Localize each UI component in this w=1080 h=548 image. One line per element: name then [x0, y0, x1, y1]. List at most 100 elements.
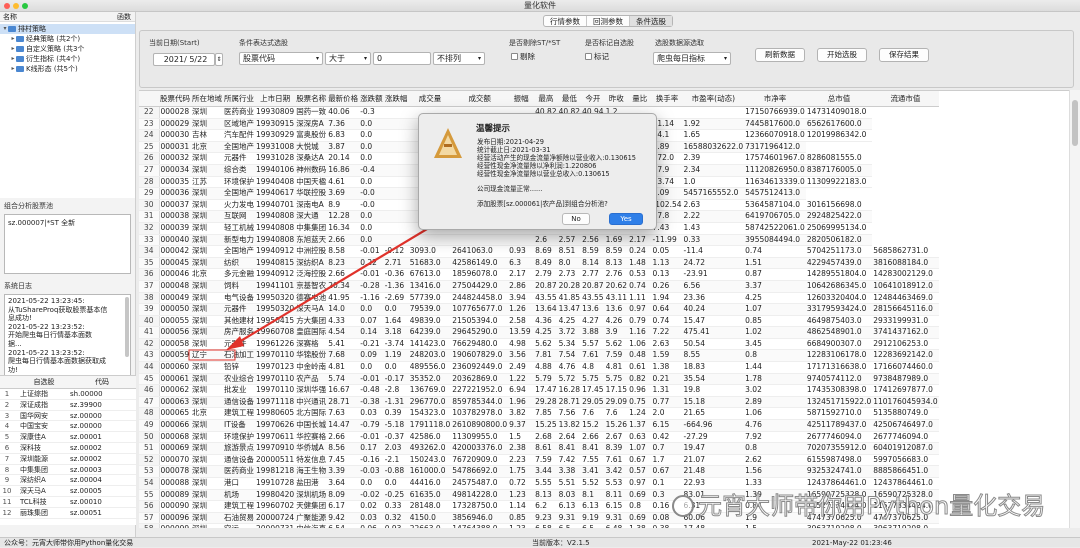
tree-node[interactable]: ▾ 排村策略 [0, 24, 135, 34]
grid-row[interactable]: 35 000045 深圳 纺织 19940815 深纺织A 8.23 0.22 2.71 5168… [139, 257, 939, 270]
grid-row[interactable]: 48 000065 北京 建筑工程 19980605 北方国际 7.63 0.03 0.39 15… [139, 407, 939, 421]
grid-column-header[interactable]: 昨收 [604, 91, 629, 107]
grid-row[interactable]: 52 000070 深圳 通信设备 20000511 特发信息 7.45 -0.16 -2.1 1… [139, 454, 939, 467]
yes-button[interactable]: Yes [609, 213, 643, 225]
grid-column-header[interactable]: 最低 [557, 91, 582, 107]
grid-cell: 0.17 [359, 442, 384, 455]
grid-row[interactable]: 37 000048 深圳 饲料 19941101 京基智农 20.34 -0.28 -1.36 1… [139, 280, 939, 293]
cond-value-input[interactable]: 0 [373, 52, 431, 65]
cond-field-select[interactable]: 股票代码 ▾ [239, 52, 323, 65]
tree-node[interactable]: ▸ 经典策略 (共2个) [0, 34, 135, 44]
scroll-thumb[interactable] [1072, 100, 1078, 146]
grid-cell [508, 234, 535, 247]
cond-sort-select[interactable]: 不排列 ▾ [433, 52, 485, 65]
grid-column-header[interactable]: 市盈率(动态) [682, 91, 745, 107]
grid-column-header[interactable]: 今开 [581, 91, 605, 107]
close-window-button[interactable] [4, 3, 10, 9]
grid-row[interactable]: 36 000046 北京 多元金融 19940912 泛海控股 2.66 -0.01 -0.36… [139, 268, 939, 281]
grid-vertical-scrollbar[interactable] [1069, 90, 1080, 528]
grid-column-header[interactable]: 涨跌幅 [383, 91, 409, 107]
cond-op-select[interactable]: 大于 ▾ [325, 52, 371, 65]
watchlist-row[interactable]: 10 深天马A sz.00005 [0, 486, 136, 497]
grid-column-header[interactable]: 换手率 [651, 91, 683, 107]
grid-cell [383, 176, 409, 189]
watchlist-row[interactable]: 12 丽珠集团 sz.00051 [0, 508, 136, 519]
strategy-tree[interactable]: ▾ 排村策略 ▸ 经典策略 (共2个) ▸ 自定义策略 (共3个 ▸ 衍生指标 (共4个) ▸ K… [0, 22, 135, 198]
grid-row[interactable]: 43 000059 辽宁 石油加工 19970110 华锦股份 7.68 0.09 1.19 24… [139, 349, 939, 363]
tree-node[interactable]: ▸ K线形态 (共5个) [0, 64, 135, 74]
grid-row[interactable]: 40 000055 深圳 其他建材 19950415 方大集团 4.33 0.07 1.64 49… [139, 315, 939, 328]
grid-column-header[interactable]: 成交额 [451, 91, 509, 107]
tab-condition-select[interactable]: 条件选股 [630, 16, 672, 26]
grid-row[interactable]: 38 000049 深圳 电气设备 19950320 德赛电池 41.95 -1.16 -2.6… [139, 292, 939, 305]
grid-column-header[interactable]: 流通市值 [872, 91, 939, 107]
grid-cell: 19970110 [255, 373, 296, 386]
grid-column-header[interactable]: 所属行业 [223, 91, 255, 107]
watchlist-row[interactable]: 11 TCL科技 sz.00010 [0, 497, 136, 508]
grid-row[interactable]: 50 000068 深圳 环境保护 19970611 华控赛格 2.66 -0.01 -0.37… [139, 431, 939, 444]
source-select[interactable]: 爬虫每日指标 ▾ [653, 52, 731, 65]
no-button[interactable]: No [562, 213, 590, 225]
grid-column-header[interactable]: 市净率 [744, 91, 806, 107]
grid-column-header[interactable]: 上市日期 [255, 91, 296, 107]
grid-row[interactable]: 42 000058 深圳 元器件 19961226 深赛格 5.41 -0.21 -3.74 14… [139, 338, 939, 351]
grid-row[interactable]: 51 000069 深圳 旅游景点 19970910 华侨城A 8.56 0.17 2.03 49… [139, 442, 939, 455]
watchlist-row[interactable]: 1 上证综指 sh.00000 [0, 389, 136, 400]
minimize-window-button[interactable] [13, 3, 19, 9]
grid-cell: 9738487989.0 [872, 373, 939, 386]
watchlist-row[interactable]: 3 国华网安 sz.00000 [0, 411, 136, 422]
grid-cell: 建筑工程 [223, 500, 255, 513]
grid-row[interactable]: 33 000040 深圳 新型电力 19940808 东旭蓝天 2.66 0.0 2.6 2.57… [139, 234, 939, 247]
row-index: 57 [139, 512, 160, 525]
system-log[interactable]: 2021-05-22 13:23:45: 从TuShareProq获取股票基本信息… [4, 294, 131, 384]
tree-node[interactable]: ▸ 自定义策略 (共3个 [0, 44, 135, 54]
grid-row[interactable]: 34 000042 深圳 全国地产 19940912 中洲控股 8.58 -0.01 -0.12… [139, 245, 939, 258]
start-select-button[interactable]: 开始选股 [817, 48, 867, 62]
grid-cell: 17574601967.0 [744, 152, 806, 165]
grid-cell: 5.57 [581, 338, 605, 351]
grid-row[interactable]: 41 000056 深圳 房产服务 19960708 皇庭国际 4.54 0.14 3.18 64… [139, 326, 939, 339]
watchlist-row[interactable]: 6 深科技 sz.00002 [0, 443, 136, 454]
grid-column-header[interactable]: 量比 [628, 91, 652, 107]
grid-column-header[interactable]: 最高 [534, 91, 558, 107]
watchlist-row[interactable]: 7 深圳能源 sz.00002 [0, 454, 136, 465]
watchlist-row[interactable]: 2 深证成指 sz.39900 [0, 400, 136, 411]
grid-column-header[interactable]: 总市值 [805, 91, 873, 107]
watchlist-row[interactable]: 8 中集集团 sz.00003 [0, 465, 136, 476]
grid-cell: 2.38 [508, 442, 535, 455]
grid-cell: -0.3 [359, 106, 384, 119]
grid-column-header[interactable]: 涨跌额 [359, 91, 384, 107]
grid-column-header[interactable]: 振幅 [508, 91, 535, 107]
watchlist-row[interactable]: 9 深纺织A sz.00004 [0, 475, 136, 487]
watchlist-row[interactable]: 4 中国宝安 sz.00000 [0, 421, 136, 433]
grid-row[interactable]: 49 000066 深圳 IT设备 19970626 中国长城 14.47 -0.79 -5.1… [139, 419, 939, 432]
st-exclude-checkbox[interactable]: 剔除 [511, 52, 535, 62]
zoom-window-button[interactable] [22, 3, 28, 9]
tab-backtest-params[interactable]: 回测参数 [587, 16, 630, 26]
grid-row[interactable]: 58000099深圳空运20000731中信海直6.540.060.932266… [139, 523, 939, 528]
date-field[interactable]: 2021/ 5/22 [153, 53, 215, 66]
watchlist-row[interactable]: 5 深康佳A sz.00001 [0, 432, 136, 443]
tab-market-params[interactable]: 行情参数 [544, 16, 587, 26]
refresh-data-button[interactable]: 刷新数据 [755, 48, 805, 62]
date-stepper[interactable]: ⇕ [215, 53, 223, 66]
grid-column-header[interactable]: 股票代码 [159, 91, 191, 107]
grid-row[interactable]: 46 000062 深圳 批发业 19970110 深圳华强 16.67 -0.48 -2.8 1… [139, 384, 939, 397]
tree-node[interactable]: ▸ 衍生指标 (共4个) [0, 54, 135, 64]
combo-pool-box[interactable]: sz.000007|*ST 全新 [4, 214, 131, 274]
grid-column-header[interactable]: 最新价格 [327, 91, 360, 107]
grid-cell: 7317196412.0 [744, 141, 806, 154]
grid-column-header[interactable]: 所在地域 [191, 91, 223, 107]
grid-row[interactable]: 45 000061 深圳 农业综合 19970110 农产品 5.74 -0.01 -0.17 3… [139, 373, 939, 386]
grid-row[interactable]: 39 000050 深圳 元器件 19950320 深天马A 14.0 0.0 0.0 79539… [139, 303, 939, 316]
log-scrollbar[interactable] [125, 297, 129, 357]
grid-row[interactable]: 44 000060 深圳 铅锌 19970123 中金岭南 4.81 0.0 0.0 489556… [139, 361, 939, 374]
combo-pool-item[interactable]: sz.000007|*ST 全新 [8, 219, 75, 227]
grid-column-header[interactable]: 股票名称 [295, 91, 328, 107]
grid-column-header[interactable]: 成交量 [408, 91, 452, 107]
mark-watchlist-checkbox[interactable]: 标记 [585, 52, 609, 62]
grid-row[interactable]: 47 000063 深圳 通信设备 19971118 中兴通讯 28.71 -0.38 -1.3… [139, 396, 939, 409]
grid-row[interactable]: 53 000078 深圳 医药商业 19981218 海王生物 3.39 -0.03 -0.88… [139, 465, 939, 478]
save-result-button[interactable]: 保存结果 [879, 48, 929, 62]
grid-cell: 7.54 [557, 349, 582, 363]
